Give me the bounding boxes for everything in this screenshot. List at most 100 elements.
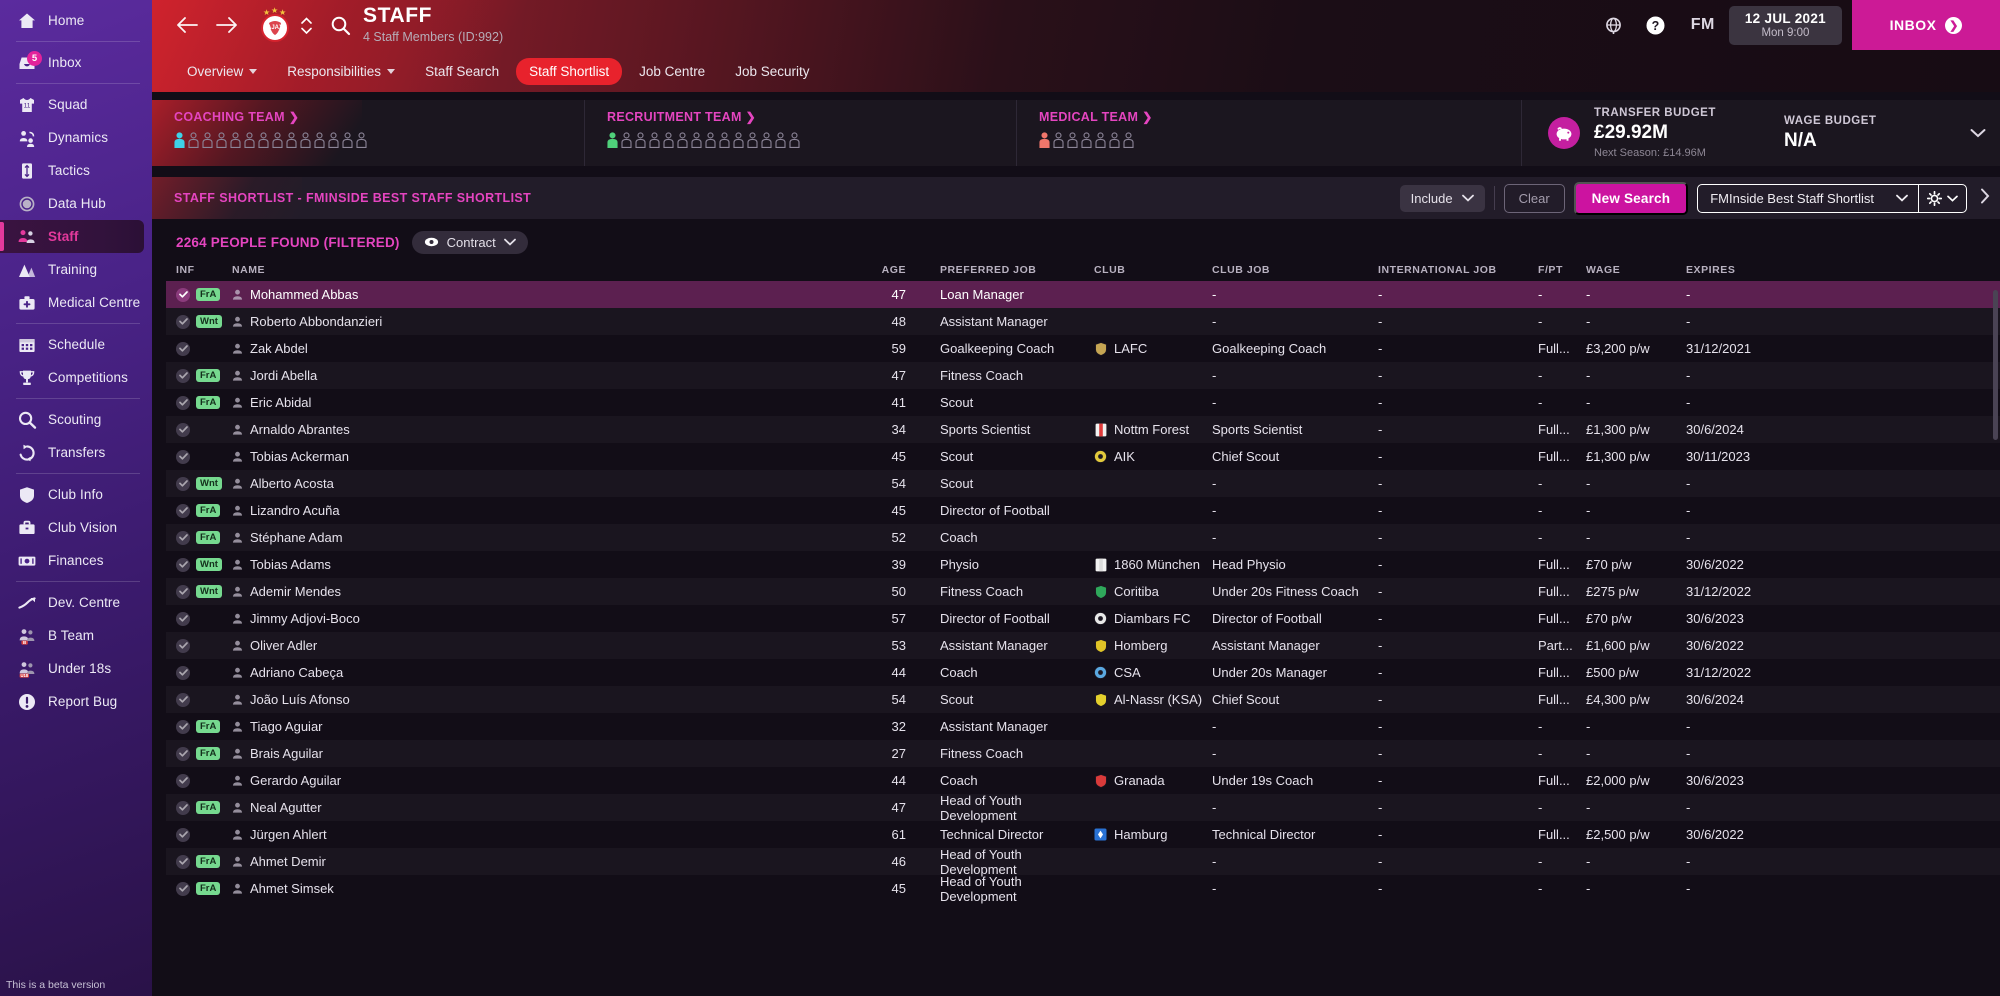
row-select-checkbox[interactable]: [176, 503, 190, 518]
club-cell[interactable]: LAFC: [1094, 341, 1212, 356]
table-row[interactable]: FrA Ahmet Demir 46 Head of Youth Develop…: [166, 847, 2000, 877]
table-row[interactable]: FrA Neal Agutter 47 Head of Youth Develo…: [166, 793, 2000, 823]
table-row[interactable]: FrA Stéphane Adam 52 Coach - - - - -: [166, 524, 2000, 551]
row-name-cell[interactable]: Ahmet Simsek: [232, 881, 876, 896]
club-switcher[interactable]: [301, 16, 312, 34]
row-select-checkbox[interactable]: [176, 611, 190, 626]
column-header-preferred-job[interactable]: PREFERRED JOB: [916, 264, 1094, 276]
sidebar-item-home[interactable]: Home: [0, 4, 152, 37]
row-name-cell[interactable]: Jürgen Ahlert: [232, 827, 876, 842]
forward-arrow-icon[interactable]: [210, 8, 244, 42]
row-name-cell[interactable]: Stéphane Adam: [232, 530, 876, 545]
table-row[interactable]: FrA Eric Abidal 41 Scout - - - - -: [166, 389, 2000, 416]
table-row[interactable]: Wnt Ademir Mendes 50 Fitness Coach Corit…: [166, 578, 2000, 605]
row-name-cell[interactable]: Adriano Cabeça: [232, 665, 876, 680]
row-select-checkbox[interactable]: [176, 665, 190, 680]
search-icon[interactable]: [330, 15, 351, 36]
sidebar-item-inbox[interactable]: 5 Inbox: [0, 46, 152, 79]
row-name-cell[interactable]: Ahmet Demir: [232, 854, 876, 869]
budget-area[interactable]: TRANSFER BUDGET £29.92M Next Season: £14…: [1521, 100, 2000, 166]
row-select-checkbox[interactable]: [176, 881, 190, 896]
team-title[interactable]: RECRUITMENT TEAM ❯: [607, 110, 1016, 124]
sidebar-item-competitions[interactable]: Competitions: [0, 361, 152, 394]
row-select-checkbox[interactable]: [176, 476, 190, 491]
table-row[interactable]: Jimmy Adjovi-Boco 57 Director of Footbal…: [166, 605, 2000, 632]
clear-button[interactable]: Clear: [1503, 183, 1565, 213]
table-row[interactable]: Tobias Ackerman 45 Scout AIK Chief Scout…: [166, 443, 2000, 470]
row-select-checkbox[interactable]: [176, 557, 190, 572]
club-cell[interactable]: Hamburg: [1094, 827, 1212, 842]
table-row[interactable]: Jürgen Ahlert 61 Technical Director Hamb…: [166, 821, 2000, 848]
row-name-cell[interactable]: Neal Agutter: [232, 800, 876, 815]
row-select-checkbox[interactable]: [176, 395, 190, 410]
row-select-checkbox[interactable]: [176, 746, 190, 761]
column-header-name[interactable]: NAME: [232, 264, 876, 276]
row-select-checkbox[interactable]: [176, 368, 190, 383]
inbox-button[interactable]: INBOX ❯: [1852, 0, 2000, 50]
tab-job-centre[interactable]: Job Centre: [626, 58, 718, 85]
table-row[interactable]: Oliver Adler 53 Assistant Manager Homber…: [166, 632, 2000, 659]
row-select-checkbox[interactable]: [176, 422, 190, 437]
vertical-scrollbar[interactable]: [1993, 290, 1998, 990]
club-cell[interactable]: Coritiba: [1094, 584, 1212, 599]
column-header-f-pt[interactable]: F/PT: [1538, 264, 1586, 276]
team-block-recruitment-team[interactable]: RECRUITMENT TEAM ❯: [584, 100, 1016, 166]
row-name-cell[interactable]: Mohammed Abbas: [232, 287, 876, 302]
row-name-cell[interactable]: Arnaldo Abrantes: [232, 422, 876, 437]
row-select-checkbox[interactable]: [176, 854, 190, 869]
column-header-international-job[interactable]: INTERNATIONAL JOB: [1378, 264, 1538, 276]
sidebar-item-staff[interactable]: Staff: [0, 220, 144, 253]
column-header-expires[interactable]: EXPIRES: [1686, 264, 1786, 276]
team-title[interactable]: COACHING TEAM ❯: [174, 110, 584, 124]
new-search-button[interactable]: New Search: [1573, 181, 1689, 215]
club-cell[interactable]: 1860 München: [1094, 557, 1212, 572]
sidebar-item-transfers[interactable]: Transfers: [0, 436, 152, 469]
tab-staff-shortlist[interactable]: Staff Shortlist: [516, 57, 623, 85]
row-name-cell[interactable]: Alberto Acosta: [232, 476, 876, 491]
tab-overview[interactable]: Overview: [174, 58, 270, 85]
row-name-cell[interactable]: Eric Abidal: [232, 395, 876, 410]
sidebar-item-dev-centre[interactable]: Dev. Centre: [0, 586, 152, 619]
table-row[interactable]: FrA Tiago Aguiar 32 Assistant Manager - …: [166, 713, 2000, 740]
sidebar-item-training[interactable]: Training: [0, 253, 152, 286]
row-select-checkbox[interactable]: [176, 692, 190, 707]
row-name-cell[interactable]: Brais Aguilar: [232, 746, 876, 761]
row-name-cell[interactable]: Tiago Aguiar: [232, 719, 876, 734]
club-cell[interactable]: AIK: [1094, 449, 1212, 464]
row-select-checkbox[interactable]: [176, 638, 190, 653]
row-name-cell[interactable]: Oliver Adler: [232, 638, 876, 653]
table-row[interactable]: FrA Mohammed Abbas 47 Loan Manager - - -…: [166, 281, 2000, 308]
column-header-inf[interactable]: INF: [174, 264, 232, 276]
chevron-down-icon[interactable]: [1970, 125, 1986, 142]
row-name-cell[interactable]: Zak Abdel: [232, 341, 876, 356]
table-row[interactable]: FrA Lizandro Acuña 45 Director of Footba…: [166, 497, 2000, 524]
column-header-age[interactable]: AGE: [876, 264, 916, 276]
row-select-checkbox[interactable]: [176, 584, 190, 599]
row-name-cell[interactable]: Jimmy Adjovi-Boco: [232, 611, 876, 626]
include-dropdown[interactable]: Include: [1399, 184, 1485, 212]
sidebar-item-finances[interactable]: Finances: [0, 544, 152, 577]
sidebar-item-schedule[interactable]: Schedule: [0, 328, 152, 361]
team-block-medical-team[interactable]: MEDICAL TEAM ❯: [1016, 100, 1316, 166]
sidebar-item-data-hub[interactable]: Data Hub: [0, 187, 152, 220]
sidebar-item-club-info[interactable]: Club Info: [0, 478, 152, 511]
table-row[interactable]: Zak Abdel 59 Goalkeeping Coach LAFC Goal…: [166, 335, 2000, 362]
row-name-cell[interactable]: João Luís Afonso: [232, 692, 876, 707]
club-cell[interactable]: Al-Nassr (KSA): [1094, 692, 1212, 707]
globe-icon[interactable]: [1593, 0, 1635, 50]
row-select-checkbox[interactable]: [176, 341, 190, 356]
help-icon[interactable]: ?: [1635, 0, 1677, 50]
row-select-checkbox[interactable]: [176, 314, 190, 329]
club-cell[interactable]: Diambars FC: [1094, 611, 1212, 626]
row-select-checkbox[interactable]: [176, 800, 190, 815]
sidebar-item-squad[interactable]: 11 Squad: [0, 88, 152, 121]
row-name-cell[interactable]: Gerardo Aguilar: [232, 773, 876, 788]
table-row[interactable]: Gerardo Aguilar 44 Coach Granada Under 1…: [166, 767, 2000, 794]
column-header-wage[interactable]: WAGE: [1586, 264, 1686, 276]
view-mode-dropdown[interactable]: Contract: [411, 230, 528, 254]
tab-staff-search[interactable]: Staff Search: [412, 58, 512, 85]
ajax-crest-icon[interactable]: ★ ★ ★ AJAX: [256, 6, 294, 44]
club-cell[interactable]: Granada: [1094, 773, 1212, 788]
row-name-cell[interactable]: Ademir Mendes: [232, 584, 876, 599]
sidebar-item-report-bug[interactable]: Report Bug: [0, 685, 152, 718]
